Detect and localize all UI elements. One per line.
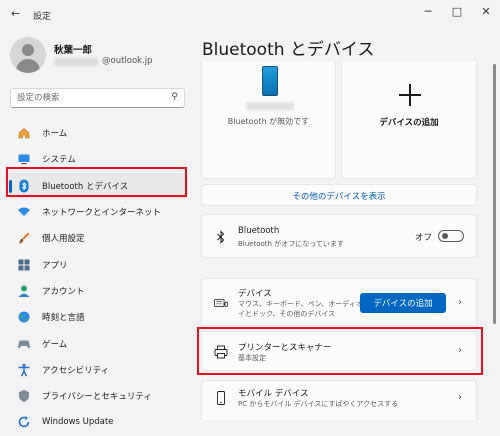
system-icon <box>16 151 32 167</box>
sidebar-item-label: ネットワークとインターネット <box>42 208 162 219</box>
sidebar-item-label: システム <box>42 155 76 166</box>
chevron-right-icon: › <box>458 392 462 403</box>
phone-icon <box>262 66 278 96</box>
search-box[interactable]: ⚲ <box>10 88 185 108</box>
account-icon <box>16 283 32 299</box>
chevron-right-icon: › <box>458 297 462 308</box>
sidebar-item-label: アクセシビリティ <box>42 365 110 376</box>
user-profile[interactable]: 秋葉一郎 @outlook.jp <box>10 37 190 73</box>
avatar-body <box>16 59 40 73</box>
highlight-box-bluetooth <box>6 167 187 197</box>
device-status: Bluetooth が無効です <box>227 117 310 126</box>
add-device-card[interactable]: デバイスの追加 <box>341 62 477 179</box>
bluetooth-symbol-icon <box>214 230 228 244</box>
brush-icon <box>16 230 32 246</box>
sidebar-item-privacy[interactable]: プライバシーとセキュリティ <box>8 383 188 409</box>
profile-email-domain: @outlook.jp <box>102 56 153 66</box>
sidebar-item-label: プライバシーとセキュリティ <box>42 392 152 403</box>
minimize-icon[interactable]: ─ <box>420 5 436 18</box>
devices-subtitle-line2: イとドック、その他のデバイス <box>238 310 336 318</box>
sidebar-item-label: ホーム <box>42 129 68 140</box>
toggle-knob <box>442 233 448 239</box>
more-devices-link[interactable]: その他のデバイスを表示 <box>202 190 476 202</box>
gamepad-icon <box>16 336 32 352</box>
back-arrow-icon[interactable]: ← <box>11 7 20 20</box>
bluetooth-toggle-label: オフ <box>414 233 432 243</box>
apps-icon <box>16 257 32 273</box>
devices-row[interactable]: デバイス マウス、キーボード、ペン、オーディオ、ディスプレ イとドック、その他の… <box>201 278 477 326</box>
sidebar-item-time-language[interactable]: 時刻と言語 <box>8 304 188 330</box>
mobile-devices-title: モバイル デバイス <box>238 389 309 399</box>
sidebar-item-apps[interactable]: アプリ <box>8 251 188 277</box>
home-icon <box>16 125 32 141</box>
device-name-blurred <box>246 102 294 110</box>
update-icon <box>16 414 32 430</box>
keyboard-mouse-icon <box>214 296 228 310</box>
maximize-icon[interactable]: □ <box>449 5 465 18</box>
sidebar-item-label: Windows Update <box>42 417 114 428</box>
add-device-label: デバイスの追加 <box>379 118 439 128</box>
add-device-button[interactable]: デバイスの追加 <box>360 293 446 313</box>
window-title: 設定 <box>33 12 52 22</box>
sidebar-item-label: アカウント <box>42 286 85 297</box>
title-bar: ← 設定 ─ □ ✕ <box>0 0 500 30</box>
scrollbar[interactable] <box>493 64 496 324</box>
close-icon[interactable]: ✕ <box>478 5 494 18</box>
more-devices-bar[interactable]: その他のデバイスを表示 <box>201 184 477 206</box>
bluetooth-subtitle: Bluetooth がオフになっています <box>238 240 344 248</box>
profile-name: 秋葉一郎 <box>54 45 93 56</box>
bluetooth-row[interactable]: Bluetooth Bluetooth がオフになっています オフ <box>201 214 477 258</box>
sidebar-item-label: 時刻と言語 <box>42 313 85 324</box>
sidebar-item-network[interactable]: ネットワークとインターネット <box>8 199 188 225</box>
page-title: Bluetooth とデバイス <box>202 40 375 60</box>
device-card[interactable]: Bluetooth が無効です <box>201 62 336 179</box>
mobile-devices-subtitle: PC からモバイル デバイスにすばやくアクセスする <box>238 400 399 408</box>
plus-icon <box>399 84 421 106</box>
mobile-devices-row[interactable]: モバイル デバイス PC からモバイル デバイスにすばやくアクセスする › <box>201 380 477 420</box>
sidebar-item-accounts[interactable]: アカウント <box>8 278 188 304</box>
highlight-box-printers <box>197 327 483 375</box>
avatar-head <box>22 44 34 56</box>
bluetooth-title: Bluetooth <box>238 226 280 236</box>
globe-icon <box>16 309 32 325</box>
avatar <box>10 37 46 73</box>
search-icon[interactable]: ⚲ <box>171 92 178 102</box>
bluetooth-toggle[interactable] <box>438 230 464 242</box>
wifi-icon <box>16 204 32 220</box>
sidebar-item-accessibility[interactable]: アクセシビリティ <box>8 357 188 383</box>
search-input[interactable] <box>17 92 167 104</box>
sidebar-item-windows-update[interactable]: Windows Update <box>8 409 188 435</box>
accessibility-icon <box>16 362 32 378</box>
devices-title: デバイス <box>238 289 272 299</box>
sidebar-item-label: 個人用設定 <box>42 234 85 245</box>
sidebar-item-label: アプリ <box>42 260 68 271</box>
mobile-phone-icon <box>214 391 228 405</box>
shield-icon <box>16 388 32 404</box>
sidebar-item-gaming[interactable]: ゲーム <box>8 330 188 356</box>
sidebar-item-personalization[interactable]: 個人用設定 <box>8 225 188 251</box>
sidebar-item-home[interactable]: ホーム <box>8 120 188 146</box>
email-blurred <box>54 58 98 66</box>
sidebar-item-label: ゲーム <box>42 339 68 350</box>
